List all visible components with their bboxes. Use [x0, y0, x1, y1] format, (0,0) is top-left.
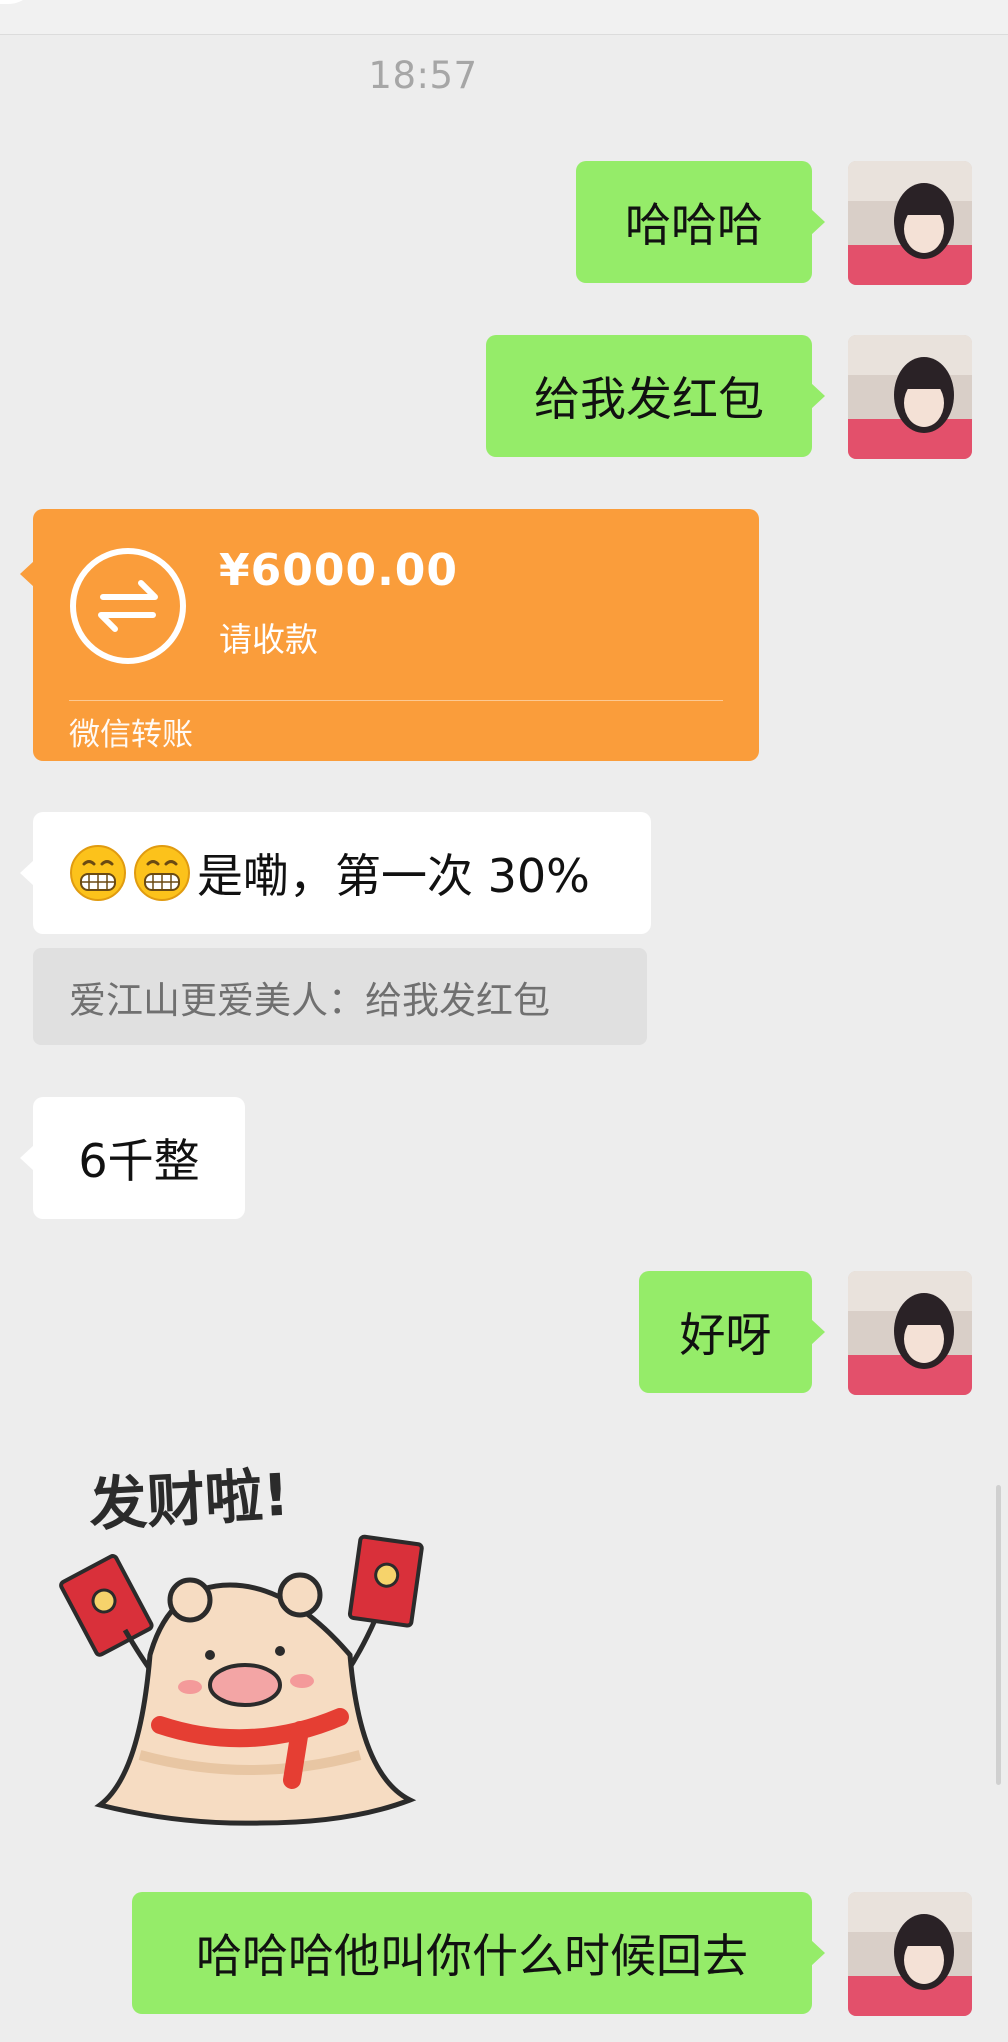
user-avatar-image	[848, 1892, 972, 2016]
chat-screen: 18:57 哈哈哈 给我发红包 ¥6000.00 请收款 微信转账 是嘞，第一次…	[0, 0, 1008, 2042]
top-edge	[0, 0, 1008, 35]
sent-message-bubble[interactable]: 好呀	[639, 1271, 825, 1393]
message-text: 6千整	[78, 1134, 200, 1188]
message-text: 哈哈哈	[625, 198, 763, 252]
grinning-face-icon	[133, 844, 191, 902]
user-avatar-image	[848, 161, 972, 285]
received-message-bubble[interactable]: 是嘞，第一次 30%	[20, 812, 651, 934]
hamster-red-envelope-sticker[interactable]: 发财啦!	[30, 1455, 440, 1835]
sent-message-bubble[interactable]: 哈哈哈他叫你什么时候回去	[132, 1892, 825, 2014]
grinning-face-icon	[69, 844, 127, 902]
message-content: 是嘞，第一次 30%	[69, 812, 590, 934]
message-text: 好呀	[679, 1308, 772, 1362]
avatar[interactable]	[848, 335, 972, 459]
top-edge-bubble	[0, 0, 38, 4]
scrollbar[interactable]	[996, 1485, 1001, 1785]
wechat-transfer-card[interactable]: ¥6000.00 请收款 微信转账	[20, 509, 759, 761]
avatar[interactable]	[848, 1271, 972, 1395]
transfer-arrows-icon	[69, 547, 187, 665]
user-avatar-image	[848, 335, 972, 459]
avatar[interactable]	[848, 161, 972, 285]
sticker-lettering: 发财啦!	[87, 1461, 291, 1539]
message-text: 给我发红包	[534, 372, 764, 426]
user-avatar-image	[848, 1271, 972, 1395]
message-text: 是嘞，第一次 30%	[197, 849, 590, 903]
sent-message-bubble[interactable]: 给我发红包	[486, 335, 825, 457]
sent-message-bubble[interactable]: 哈哈哈	[576, 161, 825, 283]
received-message-bubble[interactable]: 6千整	[20, 1097, 245, 1219]
message-text: 哈哈哈他叫你什么时候回去	[196, 1929, 748, 1983]
quoted-text: 爱江山更爱美人：给我发红包	[69, 978, 550, 1022]
quoted-message[interactable]: 爱江山更爱美人：给我发红包	[33, 948, 647, 1045]
avatar[interactable]	[848, 1892, 972, 2016]
transfer-amount: ¥6000.00	[219, 545, 459, 596]
message-timestamp: 18:57	[368, 54, 478, 97]
transfer-status: 请收款	[219, 620, 318, 659]
divider	[69, 700, 723, 701]
transfer-footer-label: 微信转账	[69, 717, 193, 753]
